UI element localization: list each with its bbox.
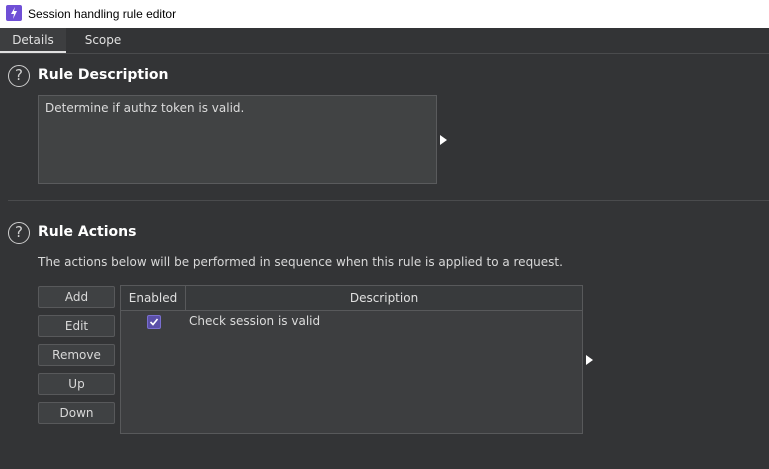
table-header: Enabled Description (121, 286, 582, 311)
down-button[interactable]: Down (38, 402, 115, 424)
enabled-checkbox[interactable] (147, 315, 161, 329)
rule-description-field[interactable]: Determine if authz token is valid. (38, 95, 437, 184)
table-row[interactable]: Check session is valid (121, 311, 582, 333)
expand-arrow-icon[interactable] (440, 135, 447, 145)
table-cell-description: Check session is valid (189, 314, 321, 328)
rule-description-heading: Rule Description (38, 67, 169, 83)
remove-button[interactable]: Remove (38, 344, 115, 366)
tab-details[interactable]: Details (0, 28, 66, 53)
edit-button[interactable]: Edit (38, 315, 115, 337)
up-button[interactable]: Up (38, 373, 115, 395)
add-button[interactable]: Add (38, 286, 115, 308)
expand-arrow-icon[interactable] (586, 355, 593, 365)
rule-actions-intro: The actions below will be performed in s… (38, 255, 563, 269)
section-divider (8, 200, 769, 201)
rule-actions-heading: Rule Actions (38, 224, 137, 240)
help-icon[interactable]: ? (8, 222, 30, 244)
tab-bar: Details Scope (0, 28, 769, 54)
actions-table: Enabled Description Check session is val… (120, 285, 583, 434)
title-bar: Session handling rule editor (0, 0, 769, 28)
lightning-icon (6, 5, 22, 21)
help-icon[interactable]: ? (8, 65, 30, 87)
window-title: Session handling rule editor (28, 7, 177, 21)
column-header-enabled[interactable]: Enabled (121, 286, 186, 310)
tab-scope[interactable]: Scope (72, 28, 134, 53)
column-header-description[interactable]: Description (186, 286, 582, 310)
